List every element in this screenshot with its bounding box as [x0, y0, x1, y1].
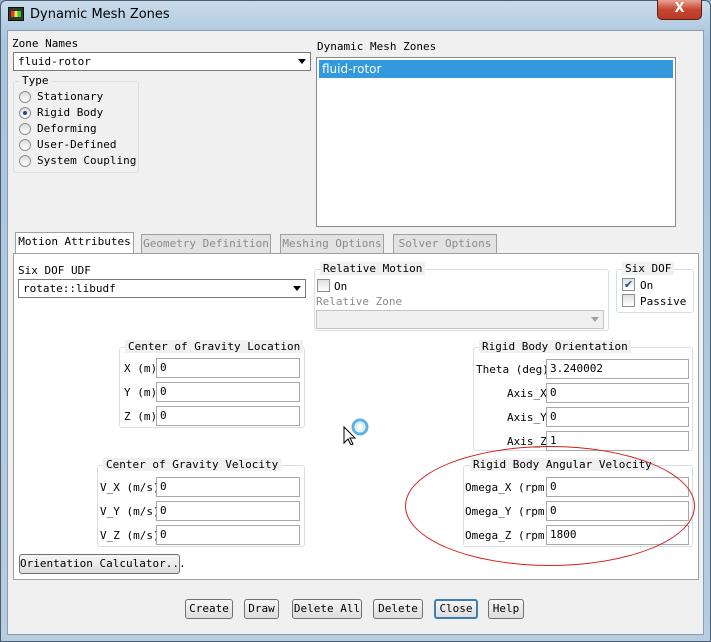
cog-x-input[interactable]: 0 — [156, 358, 300, 378]
theta-label: Theta (deg) — [476, 363, 549, 376]
type-group-title: Type — [19, 74, 52, 87]
delete-button[interactable]: Delete — [373, 599, 423, 619]
cog-y-label: Y (m) — [124, 386, 158, 399]
dmz-listbox[interactable]: fluid-rotor — [316, 57, 676, 227]
vz-input[interactable]: 0 — [156, 525, 300, 545]
cog-location-title: Center of Gravity Location — [125, 340, 304, 353]
chevron-down-icon — [293, 286, 301, 291]
close-icon: X — [674, 1, 685, 16]
six-dof-udf-value: rotate::libudf — [23, 282, 116, 295]
six-dof-on-checkbox[interactable]: ✔ — [622, 278, 635, 291]
vy-label: V_Y (m/s) — [100, 505, 160, 518]
axis-x-label: Axis_X — [507, 387, 547, 400]
radio-deforming[interactable] — [19, 123, 31, 135]
zone-names-label: Zone Names — [12, 37, 79, 50]
theta-input[interactable]: 3.240002 — [546, 359, 689, 379]
busy-cursor-icon — [343, 418, 369, 445]
vx-input[interactable]: 0 — [156, 477, 300, 497]
delete-all-button[interactable]: Delete All — [292, 599, 362, 619]
window-close-button[interactable]: X — [657, 0, 702, 20]
tab-meshing-options[interactable]: Meshing Options — [280, 234, 384, 254]
tab-motion-attributes[interactable]: Motion Attributes — [15, 232, 134, 254]
cog-x-label: X (m) — [124, 362, 158, 375]
radio-stationary-label: Stationary — [37, 90, 104, 103]
six-dof-passive-label: Passive — [640, 295, 687, 308]
radio-rigid-body-label: Rigid Body — [37, 106, 104, 119]
vx-label: V_X (m/s) — [100, 481, 160, 494]
radio-deforming-label: Deforming — [37, 122, 97, 135]
radio-rigid-body[interactable] — [19, 107, 31, 119]
relative-zone-label: Relative Zone — [316, 295, 403, 308]
annotation-ellipse — [405, 446, 695, 566]
draw-button[interactable]: Draw — [244, 599, 279, 619]
radio-user-defined[interactable] — [19, 139, 31, 151]
tab-solver-options[interactable]: Solver Options — [393, 234, 497, 254]
help-button[interactable]: Help — [488, 599, 524, 619]
zone-names-value: fluid-rotor — [18, 55, 91, 68]
cog-z-label: Z (m) — [124, 410, 158, 423]
radio-stationary[interactable] — [19, 91, 31, 103]
six-dof-udf-dropdown[interactable]: rotate::libudf — [18, 279, 306, 298]
relative-motion-on-label: On — [334, 280, 348, 293]
orientation-calculator-button[interactable]: Orientation Calculator... — [19, 554, 186, 574]
zone-names-dropdown[interactable]: fluid-rotor — [13, 52, 311, 71]
relative-zone-dropdown[interactable] — [316, 310, 604, 329]
cog-velocity-title: Center of Gravity Velocity — [103, 458, 282, 471]
window-title: Dynamic Mesh Zones — [30, 7, 170, 22]
axis-x-input[interactable]: 0 — [546, 383, 689, 403]
dmz-list-item[interactable]: fluid-rotor — [319, 60, 673, 78]
six-dof-on-label: On — [640, 279, 654, 292]
six-dof-udf-label: Six DOF UDF — [18, 264, 91, 277]
tab-geometry-definition[interactable]: Geometry Definition — [141, 234, 271, 254]
checkmark-icon: ✔ — [623, 278, 634, 291]
rb-orientation-title: Rigid Body Orientation — [479, 340, 631, 353]
close-button[interactable]: Close — [434, 599, 478, 619]
vz-label: V_Z (m/s) — [100, 529, 160, 542]
axis-y-label: Axis_Y — [507, 411, 547, 424]
cog-y-input[interactable]: 0 — [156, 382, 300, 402]
chevron-down-icon — [298, 59, 306, 64]
dmz-list-label: Dynamic Mesh Zones — [317, 40, 437, 53]
radio-user-defined-label: User-Defined — [37, 138, 117, 151]
title-bar[interactable]: Dynamic Mesh Zones X — [0, 0, 711, 30]
relative-motion-title: Relative Motion — [320, 262, 426, 275]
radio-system-coupling-label: System Coupling — [37, 154, 137, 167]
relative-motion-on-checkbox[interactable] — [317, 279, 330, 292]
cog-z-input[interactable]: 0 — [156, 406, 300, 426]
six-dof-title: Six DOF — [622, 262, 675, 275]
vy-input[interactable]: 0 — [156, 501, 300, 521]
chevron-down-icon — [591, 317, 599, 322]
fluent-app-icon — [8, 7, 24, 21]
create-button[interactable]: Create — [185, 599, 233, 619]
radio-system-coupling[interactable] — [19, 155, 31, 167]
axis-y-input[interactable]: 0 — [546, 407, 689, 427]
six-dof-passive-checkbox[interactable] — [622, 294, 635, 307]
